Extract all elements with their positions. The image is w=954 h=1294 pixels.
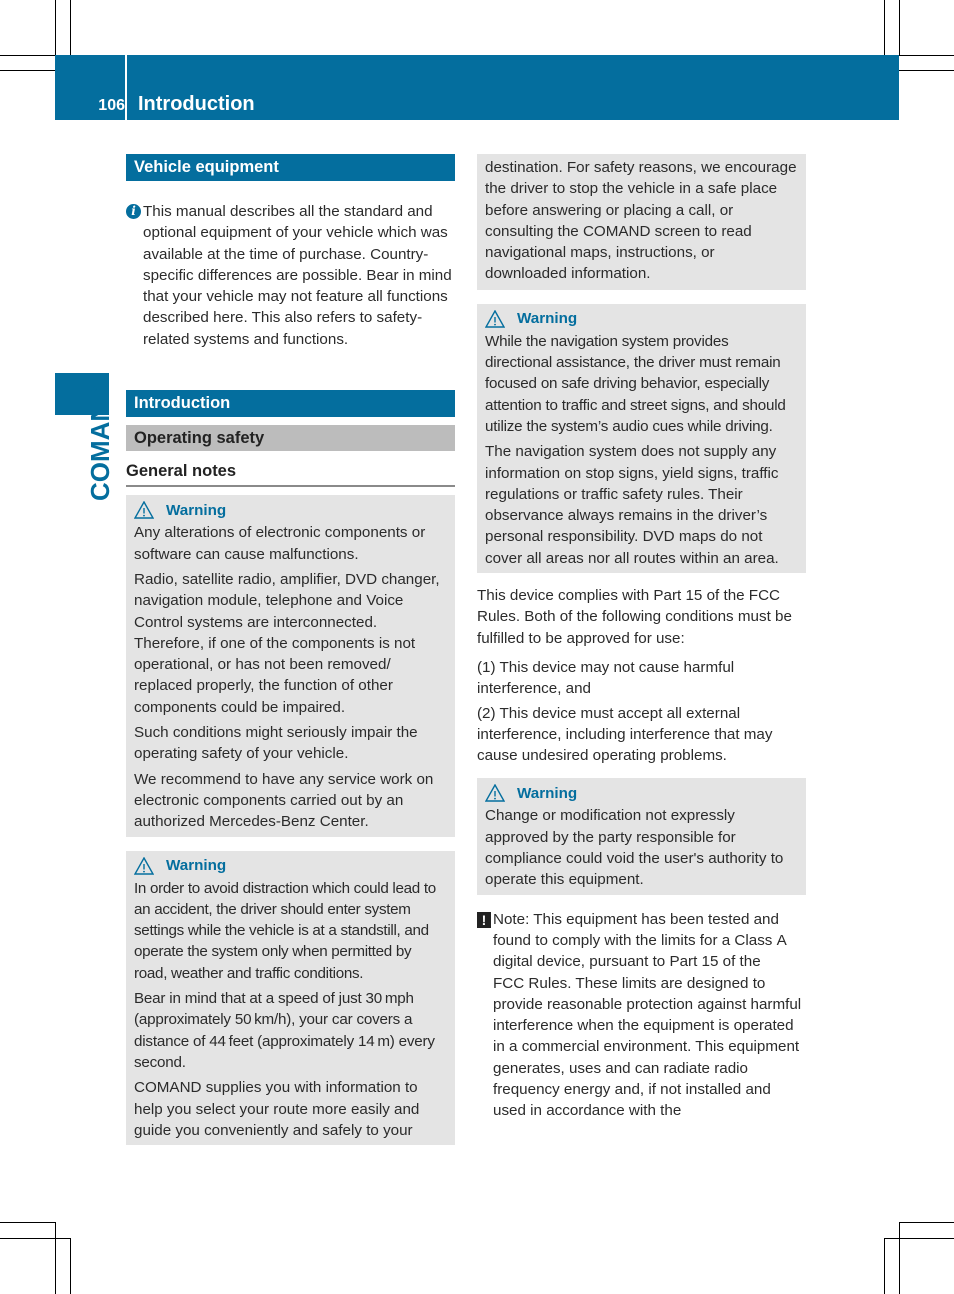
crop-mark: [884, 0, 885, 55]
crop-mark: [899, 1222, 954, 1223]
warning-paragraph: While the navigation system provides dir…: [485, 332, 786, 435]
warning-box: Warning While the navigation system prov…: [477, 303, 806, 574]
warning-triangle-icon: [485, 309, 505, 328]
fcc-paragraph: (2) This device must accept all external…: [477, 704, 773, 765]
crop-mark: [70, 0, 71, 55]
info-note: i This manual describes all the standard…: [126, 201, 455, 350]
warning-paragraph: We recommend to have any service work on…: [134, 770, 434, 831]
warning-paragraph: Any alterations of electronic components…: [134, 524, 426, 563]
warning-label: Warning: [166, 501, 227, 519]
page-number-container: 106: [55, 97, 125, 115]
left-column: Vehicle equipment i This manual describe…: [126, 154, 455, 1146]
heading-general-notes: General notes: [126, 461, 455, 488]
crop-mark: [0, 55, 55, 56]
exclamation-icon: !: [477, 911, 491, 928]
chapter-label: COMAND: [85, 384, 115, 501]
heading-introduction: Introduction: [126, 390, 455, 418]
crop-mark: [0, 1238, 70, 1239]
warning-header: Warning: [485, 307, 798, 331]
crop-mark: [899, 70, 954, 71]
crop-mark: [55, 1222, 56, 1294]
page-number: 106: [98, 97, 125, 114]
header-divider: [125, 55, 127, 120]
warning-paragraph: Such conditions might seriously impair t…: [134, 724, 418, 763]
note-text: Note: This equipment has been tested and…: [493, 910, 802, 1120]
page-header: 106 Introduction: [55, 55, 899, 120]
warning-triangle-icon: [134, 501, 154, 520]
warning-paragraph: The navigation system does not supply an…: [485, 443, 779, 567]
crop-mark: [0, 70, 55, 71]
warning-box: Warning Any alterations of electronic co…: [126, 495, 455, 837]
fcc-paragraph: (1) This device may not cause harmful in…: [477, 658, 735, 698]
warning-paragraph: Change or modification not expressly app…: [485, 807, 784, 889]
warning-paragraph: destination. For safety reasons, we enco…: [485, 159, 797, 283]
crop-mark: [884, 1238, 885, 1294]
crop-mark: [0, 1222, 55, 1223]
warning-paragraph: Bear in mind that at a speed of just 30 …: [134, 990, 435, 1071]
warning-label: Warning: [517, 784, 578, 802]
crop-mark: [899, 0, 900, 55]
warning-label: Warning: [166, 856, 227, 874]
crop-mark: [884, 1238, 954, 1239]
right-column: destination. For safety reasons, we enco…: [477, 154, 806, 1122]
warning-triangle-icon: [485, 784, 505, 803]
warning-header: Warning: [134, 498, 447, 522]
crop-mark: [55, 0, 56, 55]
warning-box: Warning In order to avoid distraction wh…: [126, 850, 455, 1146]
warning-paragraph: In order to avoid distraction which coul…: [134, 879, 436, 982]
crop-mark: [899, 55, 954, 56]
warning-box-continued: destination. For safety reasons, we enco…: [477, 154, 806, 290]
info-icon: i: [126, 204, 141, 219]
warning-header: Warning: [485, 781, 798, 805]
heading-operating-safety: Operating safety: [126, 425, 455, 452]
fcc-statement: This device complies with Part 15 of the…: [477, 585, 806, 766]
warning-box: Warning Change or modification not expre…: [477, 778, 806, 895]
warning-label: Warning: [517, 310, 578, 328]
warning-triangle-icon: [134, 856, 154, 875]
info-text: This manual describes all the standard a…: [143, 203, 452, 348]
warning-header: Warning: [134, 854, 447, 878]
section-title: Introduction: [138, 93, 255, 115]
warning-paragraph: Radio, satellite radio, amplifier, DVD c…: [134, 570, 440, 716]
warning-paragraph: COMAND supplies you with information to …: [134, 1079, 420, 1139]
note-block: ! Note: This equipment has been tested a…: [477, 909, 806, 1122]
crop-mark: [899, 1222, 900, 1294]
heading-vehicle-equipment: Vehicle equipment: [126, 154, 455, 181]
crop-mark: [70, 1238, 71, 1294]
fcc-paragraph: This device complies with Part 15 of the…: [477, 587, 792, 647]
